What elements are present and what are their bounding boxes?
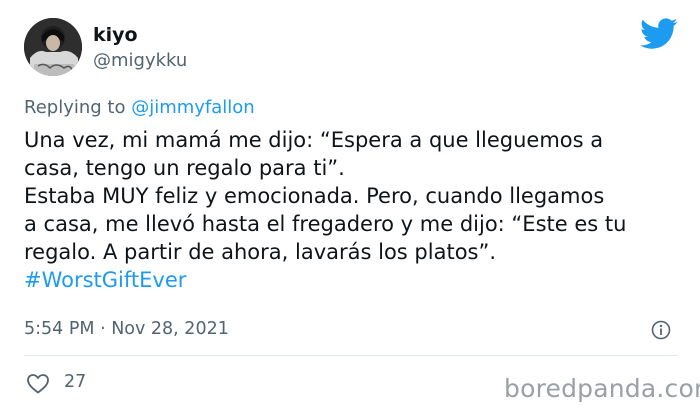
author-handle[interactable]: @migykku [93,50,187,71]
tweet-text: Una vez, mi mamá me dijo: “Espera a que … [24,126,684,294]
info-icon[interactable] [651,320,671,340]
heart-icon[interactable] [26,372,50,394]
author-name[interactable]: kiyo [93,24,138,46]
tweet-line: regalo. A partir de ahora, lavarás los p… [24,240,497,264]
tweet-timestamp[interactable]: 5:54 PM · Nov 28, 2021 [24,319,229,339]
like-count: 27 [64,372,87,392]
twitter-bird-icon[interactable] [640,18,678,50]
reply-prefix: Replying to [24,97,132,118]
tweet-line: Una vez, mi mamá me dijo: “Espera a que … [24,128,604,152]
avatar-photo [24,18,82,76]
tweet-line: Estaba MUY feliz y emocionada. Pero, cua… [24,184,605,208]
tweet-line: casa, tengo un regalo para ti”. [24,156,345,180]
reply-context: Replying to @jimmyfallon [24,97,255,118]
watermark: boredpanda.com [504,374,700,403]
divider [24,355,678,356]
avatar[interactable] [24,18,82,76]
hashtag-link[interactable]: #WorstGiftEver [24,266,684,294]
reply-mention-link[interactable]: @jimmyfallon [131,97,255,118]
tweet-line: a casa, me llevó hasta el fregadero y me… [24,212,627,236]
